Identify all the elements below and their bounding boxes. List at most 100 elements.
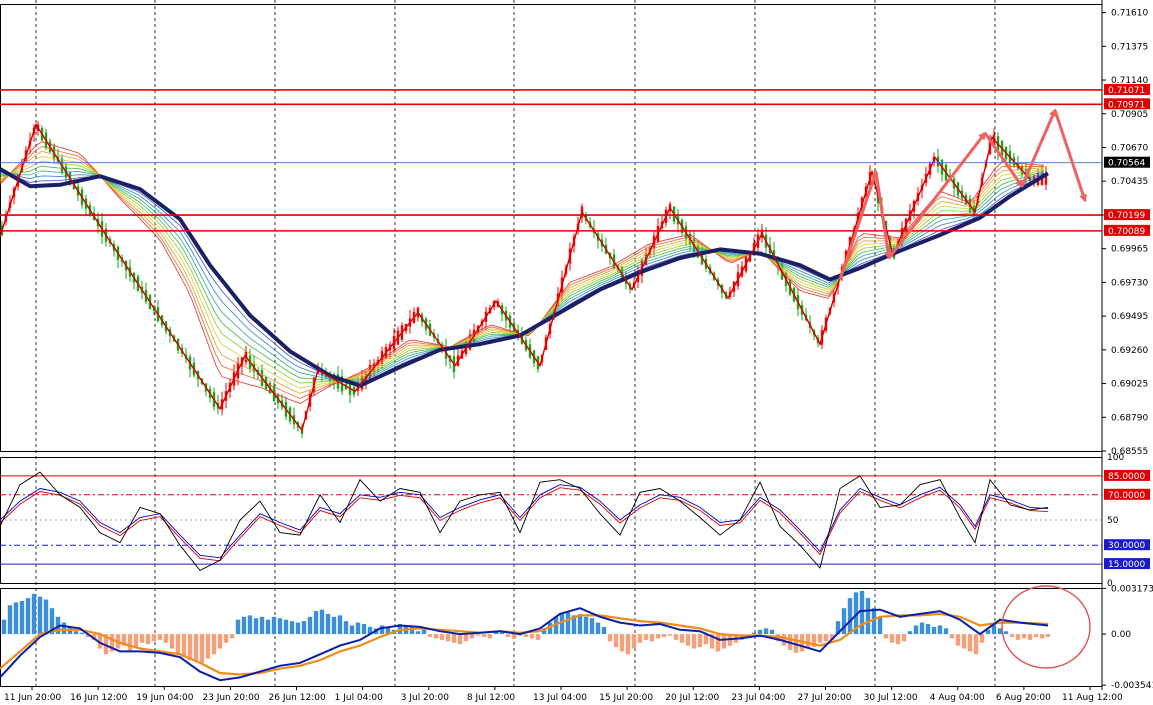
macd-histogram-bar [607, 634, 613, 642]
macd-histogram-bar [481, 634, 487, 637]
macd-histogram-bar [769, 629, 775, 635]
macd-histogram-bar [919, 622, 925, 635]
macd-histogram-bar [949, 634, 955, 639]
macd-histogram-bar [79, 632, 85, 635]
macd-histogram-bar [349, 625, 355, 635]
stoch-level-label: 15.0000 [1108, 560, 1145, 570]
price-tick-label: 0.69260 [1111, 346, 1148, 356]
macd-histogram-bar [565, 612, 571, 635]
macd-histogram-bar [961, 634, 967, 649]
macd-histogram-bar [979, 634, 985, 643]
macd-histogram-bar [43, 599, 49, 635]
macd-histogram-bar [535, 634, 541, 640]
ribbon-ma-line [0, 141, 1045, 404]
price-level-label: 0.70971 [1108, 100, 1145, 110]
x-tick-label: 23 Jul 04:00 [731, 693, 785, 703]
macd-histogram-bar [883, 634, 889, 639]
macd-histogram-bar [817, 634, 823, 643]
ribbon-ma-line [0, 150, 1045, 394]
macd-histogram-bar [643, 634, 649, 640]
macd-histogram-bar [295, 622, 301, 635]
macd-tick-label: 0.00 [1111, 630, 1131, 640]
macd-histogram-bar [589, 618, 595, 635]
x-tick-label: 15 Jul 20:00 [599, 693, 653, 703]
macd-histogram-bar [133, 634, 139, 648]
macd-main-line [0, 607, 1049, 682]
ribbon-ma-line [0, 165, 1045, 381]
stoch-tick-label: 100 [1107, 453, 1124, 463]
macd-histogram-bar [175, 634, 181, 655]
macd-tick-label: 0.003173 [1111, 584, 1153, 594]
macd-histogram-bar [895, 634, 901, 645]
macd-histogram-bar [19, 600, 25, 635]
macd-histogram-bar [217, 634, 223, 649]
stoch-k-line [0, 471, 1049, 571]
macd-histogram-bar [679, 634, 685, 643]
price-tick-label: 0.70435 [1111, 177, 1148, 187]
macd-histogram-bar [661, 634, 667, 637]
macd-histogram-bar [151, 634, 157, 642]
x-tick-label: 19 Jun 04:00 [136, 693, 193, 703]
macd-histogram-bar [757, 629, 763, 635]
forecast-arrow [887, 131, 987, 259]
macd-histogram-bar [187, 634, 193, 661]
price-tick-label: 0.70905 [1111, 110, 1148, 120]
macd-histogram-bar [667, 634, 673, 636]
macd-histogram-bar [169, 634, 175, 649]
macd-histogram-bar [379, 625, 385, 635]
macd-histogram-bar [625, 634, 631, 655]
x-tick-label: 1 Jul 04:00 [335, 693, 384, 703]
macd-histogram-bar [457, 634, 463, 645]
macd-histogram-bar [763, 628, 769, 635]
x-tick-label: 20 Jul 12:00 [665, 693, 719, 703]
macd-histogram-bar [343, 621, 349, 635]
macd-histogram-bar [559, 613, 565, 635]
x-tick-label: 23 Jun 20:00 [202, 693, 259, 703]
macd-histogram-bar [1015, 634, 1021, 640]
macd-histogram-bar [1027, 634, 1033, 640]
x-tick-label: 13 Jul 04:00 [533, 693, 587, 703]
ribbon-ma-line [0, 160, 1045, 384]
x-tick-label: 6 Aug 20:00 [996, 693, 1051, 703]
slow-moving-average [0, 167, 1050, 388]
macd-histogram-bar [973, 634, 979, 655]
x-tick-label: 8 Jul 12:00 [467, 693, 516, 703]
macd-histogram-bar [361, 624, 367, 635]
macd-histogram-bar [211, 634, 217, 655]
macd-histogram-bar [319, 609, 325, 635]
macd-histogram-bar [469, 634, 475, 639]
x-tick-label: 30 Jul 12:00 [864, 693, 918, 703]
macd-histogram-bar [505, 634, 511, 637]
macd-histogram-bar [241, 616, 247, 635]
macd-histogram-bar [445, 634, 451, 642]
macd-histogram-bar [277, 618, 283, 635]
x-tick-label: 11 Jun 20:00 [4, 693, 61, 703]
stoch-level-label: 30.0000 [1108, 541, 1145, 551]
macd-histogram-bar [1045, 634, 1051, 637]
price-tick-label: 0.71375 [1111, 42, 1148, 52]
x-tick-label: 3 Jul 20:00 [401, 693, 450, 703]
macd-histogram-bar [61, 622, 67, 635]
macd-histogram-bar [523, 634, 529, 637]
x-tick-label: 11 Aug 12:00 [1062, 693, 1123, 703]
macd-histogram-bar [13, 602, 19, 635]
macd-histogram-bar [925, 624, 931, 635]
macd-histogram-bar [205, 634, 211, 659]
macd-histogram-bar [499, 632, 505, 635]
macd-histogram-bar [157, 634, 163, 640]
macd-histogram-bar [655, 634, 661, 639]
macd-histogram-bar [427, 634, 433, 637]
macd-histogram-bar [193, 634, 199, 662]
macd-histogram-bar [421, 629, 427, 635]
macd-histogram-bar [1003, 631, 1009, 635]
macd-histogram-bar [703, 634, 709, 645]
macd-histogram-bar [1039, 634, 1045, 639]
macd-histogram-bar [325, 613, 331, 635]
stoch-signal-red [0, 487, 1049, 562]
macd-histogram-bar [1, 619, 7, 635]
macd-histogram-bar [865, 598, 871, 635]
macd-histogram-bar [619, 634, 625, 652]
macd-histogram-bar [631, 634, 637, 649]
macd-histogram-bar [331, 616, 337, 635]
macd-histogram-bar [145, 634, 151, 645]
